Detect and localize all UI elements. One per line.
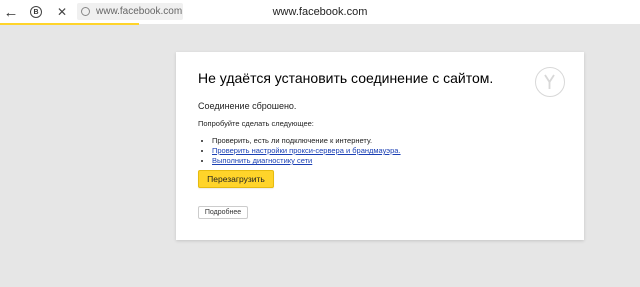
error-subtitle: Соединение сброшено. bbox=[198, 101, 297, 111]
loading-progress-bar bbox=[0, 23, 139, 25]
suggestion-item: Выполнить диагностику сети bbox=[212, 156, 401, 166]
details-button[interactable]: Подробнее bbox=[198, 206, 248, 219]
suggestion-check-connection: Проверить, есть ли подключение к интерне… bbox=[212, 136, 373, 145]
link-check-proxy-firewall[interactable]: Проверить настройки прокси-сервера и бра… bbox=[212, 146, 401, 155]
error-title: Не удаётся установить соединение с сайто… bbox=[198, 70, 494, 86]
error-card: Не удаётся установить соединение с сайто… bbox=[176, 52, 584, 240]
suggestion-item: Проверить, есть ли подключение к интерне… bbox=[212, 136, 401, 146]
page-title: www.facebook.com bbox=[272, 6, 368, 18]
link-network-diagnostics[interactable]: Выполнить диагностику сети bbox=[212, 156, 312, 165]
suggestion-item: Проверить настройки прокси-сервера и бра… bbox=[212, 146, 401, 156]
try-label: Попробуйте сделать следующее: bbox=[198, 119, 314, 128]
yandex-browser-logo-icon bbox=[535, 67, 565, 97]
reload-button[interactable]: Перезагрузить bbox=[198, 170, 274, 188]
browser-toolbar: ← B ✕ www.facebook.com www.facebook.com bbox=[0, 0, 640, 24]
suggestions-list: Проверить, есть ли подключение к интерне… bbox=[198, 136, 401, 166]
